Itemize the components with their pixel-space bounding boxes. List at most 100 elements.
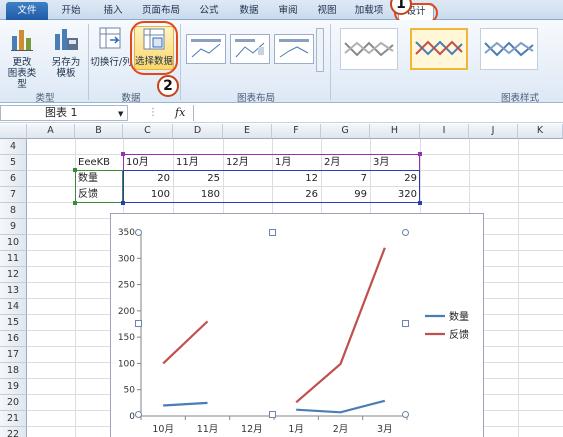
column-header[interactable]: D — [173, 124, 223, 139]
series-line-1 — [162, 320, 209, 365]
chart-resize-handle[interactable] — [269, 411, 276, 418]
chart-resize-handle[interactable] — [402, 411, 409, 418]
row-header[interactable]: 15 — [0, 315, 27, 331]
select-all-corner[interactable] — [0, 124, 27, 139]
name-box[interactable]: 图表 1 — [0, 105, 128, 121]
column-header[interactable]: C — [123, 124, 173, 139]
row-header[interactable]: 7 — [0, 187, 27, 203]
layout-preview-icon — [235, 39, 265, 58]
cell-B7[interactable]: 反馈 — [75, 187, 123, 203]
row-header[interactable]: 8 — [0, 203, 27, 219]
cell-G5[interactable]: 2月 — [321, 155, 370, 171]
cell-C5[interactable]: 10月 — [123, 155, 173, 171]
column-header[interactable]: E — [223, 124, 272, 139]
tab-review[interactable]: 审阅 — [273, 3, 303, 20]
chart-resize-handle[interactable] — [402, 320, 409, 327]
row-header[interactable]: 22 — [0, 427, 27, 437]
chart-resize-handle[interactable] — [135, 320, 142, 327]
cell-G7[interactable]: 99 — [321, 187, 370, 203]
save-as-template-button[interactable]: 另存为 模板 — [46, 26, 86, 79]
tab-insert[interactable]: 插入 — [98, 3, 128, 20]
column-header[interactable]: A — [27, 124, 75, 139]
tab-page-layout[interactable]: 页面布局 — [138, 3, 184, 20]
cell-C6[interactable]: 20 — [123, 171, 173, 187]
chart-style-2[interactable] — [410, 28, 468, 70]
layout-preview-icon — [191, 39, 221, 58]
series-line-1 — [295, 247, 386, 404]
cell-D5[interactable]: 11月 — [173, 155, 223, 171]
row-header[interactable]: 16 — [0, 331, 27, 347]
change-chart-type-button[interactable]: 更改 图表类型 — [4, 26, 40, 90]
cell-F6[interactable]: 12 — [272, 171, 321, 187]
chart-style-3[interactable] — [480, 28, 538, 70]
formula-divider-icon: ⋮ — [148, 107, 158, 118]
row-header[interactable]: 11 — [0, 251, 27, 267]
column-header[interactable]: H — [370, 124, 420, 139]
cell-F7[interactable]: 26 — [272, 187, 321, 203]
layout-gallery-scroll[interactable] — [316, 28, 324, 72]
cell-G6[interactable]: 7 — [321, 171, 370, 187]
row-header[interactable]: 14 — [0, 299, 27, 315]
cell-C7[interactable]: 100 — [123, 187, 173, 203]
range-handle[interactable] — [418, 152, 422, 156]
row-header[interactable]: 19 — [0, 379, 27, 395]
switch-row-column-button[interactable]: 切换行/列 — [90, 26, 132, 68]
column-header[interactable]: F — [272, 124, 321, 139]
tab-home[interactable]: 开始 — [56, 3, 86, 20]
tab-data[interactable]: 数据 — [234, 3, 264, 20]
chart-resize-handle[interactable] — [269, 229, 276, 236]
column-header[interactable]: G — [321, 124, 370, 139]
legend-label: 反馈 — [449, 328, 469, 341]
chart-resize-handle[interactable] — [135, 229, 142, 236]
row-header[interactable]: 20 — [0, 395, 27, 411]
row-header[interactable]: 17 — [0, 347, 27, 363]
column-header[interactable]: I — [420, 124, 469, 139]
chevron-down-icon[interactable]: ▼ — [118, 110, 123, 118]
tab-view[interactable]: 视图 — [312, 3, 342, 20]
range-handle[interactable] — [121, 152, 125, 156]
row-header[interactable]: 13 — [0, 283, 27, 299]
chart-layout-2[interactable] — [230, 34, 270, 64]
column-header[interactable]: B — [75, 124, 123, 139]
column-header[interactable]: K — [518, 124, 563, 139]
tab-formulas[interactable]: 公式 — [194, 3, 224, 20]
cell-H7[interactable]: 320 — [370, 187, 420, 203]
range-handle[interactable] — [73, 201, 77, 205]
chart-layout-1[interactable] — [186, 34, 226, 64]
row-header[interactable]: 5 — [0, 155, 27, 171]
row-header[interactable]: 10 — [0, 235, 27, 251]
cell-H6[interactable]: 29 — [370, 171, 420, 187]
cell-H5[interactable]: 3月 — [370, 155, 420, 171]
row-header[interactable]: 12 — [0, 267, 27, 283]
chart-resize-handle[interactable] — [402, 229, 409, 236]
style-preview-icon — [344, 41, 394, 57]
column-header[interactable]: J — [469, 124, 518, 139]
cell-D6[interactable]: 25 — [173, 171, 223, 187]
select-data-highlight — [130, 21, 178, 75]
row-header[interactable]: 18 — [0, 363, 27, 379]
line-chart[interactable]: 0 50 100 150 200 250 300 350 10月 11月 12月 1月 2月 3月 数量 反馈 — [110, 213, 484, 437]
chart-style-1[interactable] — [340, 28, 398, 70]
series-line-0 — [296, 399, 386, 414]
x-tick-label: 12月 — [241, 424, 263, 435]
range-handle[interactable] — [73, 168, 77, 172]
range-handle[interactable] — [121, 201, 125, 205]
formula-input[interactable] — [193, 105, 563, 121]
row-header[interactable]: 9 — [0, 219, 27, 235]
tab-file[interactable]: 文件 — [6, 2, 48, 20]
style-preview-icon — [484, 41, 534, 57]
fx-icon[interactable]: fx — [175, 106, 185, 119]
range-handle[interactable] — [418, 201, 422, 205]
chart-resize-handle[interactable] — [135, 411, 142, 418]
cell-E5[interactable]: 12月 — [223, 155, 272, 171]
group-divider — [180, 24, 181, 100]
cell-B5[interactable]: EeeKB — [75, 155, 123, 171]
cell-D7[interactable]: 180 — [173, 187, 223, 203]
chart-layout-3[interactable] — [274, 34, 314, 64]
cell-B6[interactable]: 数量 — [75, 171, 123, 187]
row-header[interactable]: 21 — [0, 411, 27, 427]
tab-addins[interactable]: 加载项 — [350, 3, 388, 20]
cell-F5[interactable]: 1月 — [272, 155, 321, 171]
row-header[interactable]: 6 — [0, 171, 27, 187]
row-header[interactable]: 4 — [0, 139, 27, 155]
